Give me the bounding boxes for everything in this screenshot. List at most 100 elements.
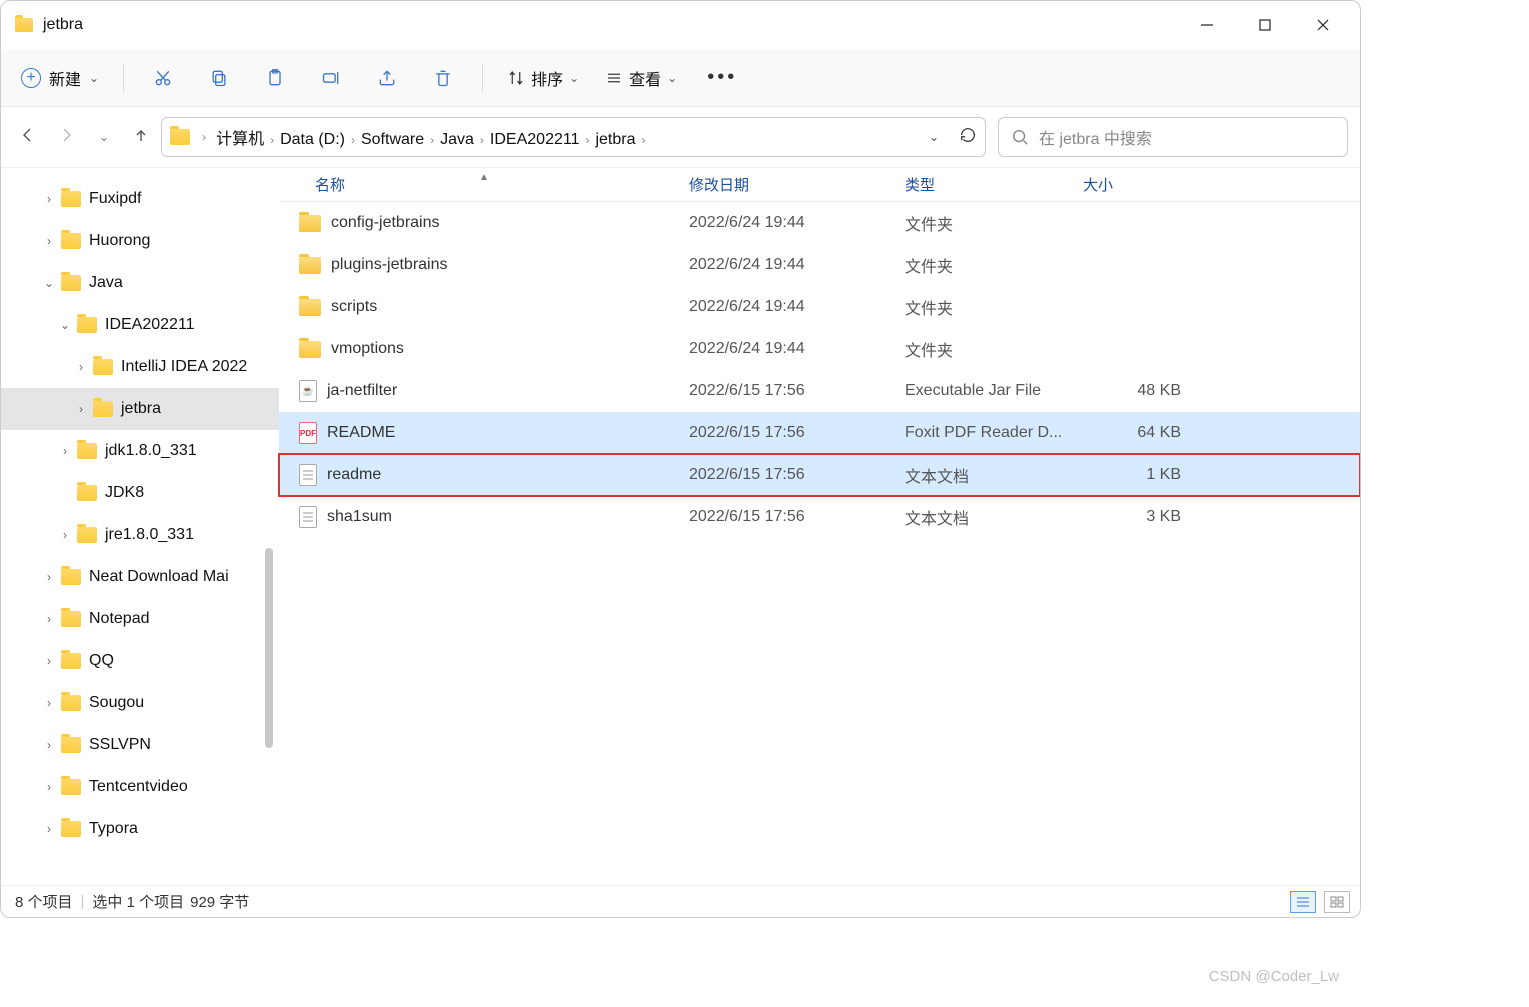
scrollbar-thumb[interactable] xyxy=(265,548,273,748)
breadcrumb-item[interactable]: Software xyxy=(357,131,428,148)
breadcrumb-item[interactable]: jetbra xyxy=(591,131,639,148)
expand-icon[interactable]: ⌄ xyxy=(41,276,57,290)
expand-icon[interactable]: › xyxy=(41,192,57,206)
explorer-window: jetbra + 新建 ⌄ 排序 ⌄ 查看 ⌄ ••• xyxy=(0,0,1361,918)
address-chevron-icon[interactable]: ⌄ xyxy=(929,130,939,144)
expand-icon[interactable]: › xyxy=(57,444,73,458)
col-size[interactable]: 大小 xyxy=(1083,174,1193,195)
breadcrumb-item[interactable]: IDEA202211 xyxy=(486,131,584,148)
rename-button[interactable] xyxy=(304,58,358,98)
file-row[interactable]: readme2022/6/15 17:56文本文档1 KB xyxy=(279,454,1360,496)
tree-item[interactable]: ›Tentcentvideo xyxy=(1,766,279,808)
more-button[interactable]: ••• xyxy=(691,66,753,89)
expand-icon[interactable]: › xyxy=(41,570,57,584)
tree-item-label: IDEA202211 xyxy=(105,316,195,334)
minimize-button[interactable] xyxy=(1178,5,1236,45)
tree-item-label: Huorong xyxy=(89,232,150,250)
breadcrumb-item[interactable]: 计算机 xyxy=(212,131,268,148)
file-size: 3 KB xyxy=(1083,508,1193,526)
folder-icon xyxy=(61,821,81,837)
folder-icon xyxy=(61,779,81,795)
file-name: sha1sum xyxy=(327,508,392,526)
expand-icon[interactable]: › xyxy=(41,234,57,248)
cut-button[interactable] xyxy=(136,58,190,98)
file-row[interactable]: PDFREADME2022/6/15 17:56Foxit PDF Reader… xyxy=(279,412,1360,454)
col-date[interactable]: 修改日期 xyxy=(689,174,905,195)
tree-item-label: Typora xyxy=(89,820,138,838)
folder-icon xyxy=(77,485,97,501)
sort-dropdown[interactable]: 排序 ⌄ xyxy=(495,66,591,90)
expand-icon[interactable]: › xyxy=(73,360,89,374)
new-button[interactable]: + 新建 ⌄ xyxy=(9,62,111,94)
tree-item[interactable]: ›SSLVPN xyxy=(1,724,279,766)
maximize-button[interactable] xyxy=(1236,5,1294,45)
tree-item[interactable]: › QQ xyxy=(1,640,279,682)
expand-icon[interactable]: › xyxy=(73,402,89,416)
view-dropdown[interactable]: 查看 ⌄ xyxy=(593,66,689,90)
file-row[interactable]: vmoptions2022/6/24 19:44文件夹 xyxy=(279,328,1360,370)
tree-item[interactable]: JDK8 xyxy=(1,472,279,514)
expand-icon[interactable]: › xyxy=(57,528,73,542)
tree-item[interactable]: › Huorong xyxy=(1,220,279,262)
tree-item[interactable]: ›jdk1.8.0_331 xyxy=(1,430,279,472)
expand-icon[interactable]: › xyxy=(41,654,57,668)
tree-item[interactable]: ›Neat Download Mai xyxy=(1,556,279,598)
refresh-button[interactable] xyxy=(959,126,977,149)
file-date: 2022/6/15 17:56 xyxy=(689,382,905,400)
chevron-right-icon: › xyxy=(349,133,357,147)
body: ›Fuxipdf›Huorong⌄Java⌄IDEA202211›Intelli… xyxy=(1,167,1360,885)
tree-item[interactable]: ›jetbra xyxy=(1,388,279,430)
tree-item[interactable]: ⌄Java xyxy=(1,262,279,304)
paste-button[interactable] xyxy=(248,58,302,98)
tree-item[interactable]: ›Sougou xyxy=(1,682,279,724)
tree-item[interactable]: ⌄ IDEA202211 xyxy=(1,304,279,346)
tree-item[interactable]: ›jre1.8.0_331 xyxy=(1,514,279,556)
file-row[interactable]: sha1sum2022/6/15 17:56文本文档3 KB xyxy=(279,496,1360,538)
delete-button[interactable] xyxy=(416,58,470,98)
expand-icon[interactable]: ⌄ xyxy=(57,318,73,332)
back-button[interactable] xyxy=(19,127,35,148)
forward-button[interactable] xyxy=(59,127,75,148)
folder-icon xyxy=(299,215,321,232)
chevron-down-icon: ⌄ xyxy=(89,71,99,85)
folder-icon xyxy=(61,653,81,669)
nav-tree[interactable]: ›Fuxipdf›Huorong⌄Java⌄IDEA202211›Intelli… xyxy=(1,168,279,885)
breadcrumb-item[interactable]: Data (D:) xyxy=(276,131,349,148)
tree-item-label: QQ xyxy=(89,652,114,670)
file-row[interactable]: scripts2022/6/24 19:44文件夹 xyxy=(279,286,1360,328)
expand-icon[interactable]: › xyxy=(41,738,57,752)
file-date: 2022/6/24 19:44 xyxy=(689,340,905,358)
tree-item[interactable]: ›Fuxipdf xyxy=(1,178,279,220)
close-button[interactable] xyxy=(1294,5,1352,45)
file-name: readme xyxy=(327,466,381,484)
history-chevron-icon[interactable]: ⌄ xyxy=(99,130,109,144)
file-type: 文本文档 xyxy=(905,463,1083,487)
col-name[interactable]: 名称 xyxy=(315,177,345,194)
file-row[interactable]: ☕ja-netfilter2022/6/15 17:56Executable J… xyxy=(279,370,1360,412)
tree-item[interactable]: ›IntelliJ IDEA 2022 xyxy=(1,346,279,388)
address-bar[interactable]: › 计算机›Data (D:)›Software›Java›IDEA202211… xyxy=(161,117,986,157)
toolbar: + 新建 ⌄ 排序 ⌄ 查看 ⌄ ••• xyxy=(1,49,1360,107)
folder-icon xyxy=(61,275,81,291)
file-row[interactable]: plugins-jetbrains2022/6/24 19:44文件夹 xyxy=(279,244,1360,286)
expand-icon[interactable]: › xyxy=(41,696,57,710)
file-row[interactable]: config-jetbrains2022/6/24 19:44文件夹 xyxy=(279,202,1360,244)
search-box[interactable]: 在 jetbra 中搜索 xyxy=(998,117,1348,157)
expand-icon[interactable]: › xyxy=(41,612,57,626)
file-icon xyxy=(299,464,317,486)
titlebar[interactable]: jetbra xyxy=(1,1,1360,49)
file-name: config-jetbrains xyxy=(331,214,440,232)
col-type[interactable]: 类型 xyxy=(905,174,1083,195)
copy-button[interactable] xyxy=(192,58,246,98)
tree-item[interactable]: ›Notepad xyxy=(1,598,279,640)
icons-view-button[interactable] xyxy=(1324,891,1350,913)
column-headers[interactable]: 名称▲ 修改日期 类型 大小 xyxy=(279,168,1360,202)
expand-icon[interactable]: › xyxy=(41,822,57,836)
up-button[interactable] xyxy=(133,127,149,148)
share-button[interactable] xyxy=(360,58,414,98)
details-view-button[interactable] xyxy=(1290,891,1316,913)
expand-icon[interactable]: › xyxy=(41,780,57,794)
breadcrumb-item[interactable]: Java xyxy=(436,131,478,148)
tree-item[interactable]: › Typora xyxy=(1,808,279,850)
separator xyxy=(123,63,124,93)
